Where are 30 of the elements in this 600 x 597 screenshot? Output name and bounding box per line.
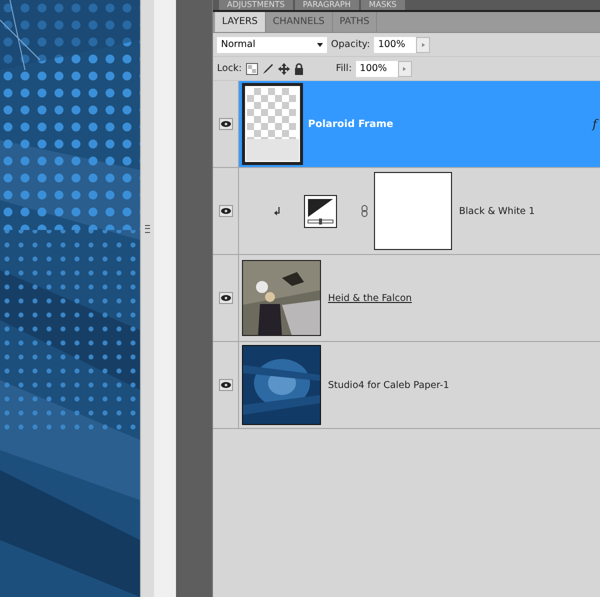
lock-icon[interactable] — [294, 62, 304, 74]
lock-transparency-icon[interactable] — [246, 62, 258, 74]
layer-name: Black & White 1 — [459, 206, 535, 216]
opacity-label: Opacity: — [331, 39, 370, 50]
visibility-eye-icon[interactable] — [218, 292, 232, 304]
layer-name: Polaroid Frame — [308, 118, 394, 130]
fill-field[interactable]: 100% — [356, 60, 398, 76]
visibility-eye-icon[interactable] — [218, 118, 232, 130]
brush-icon[interactable] — [262, 62, 274, 74]
layers-panel-tab[interactable]: LAYERS — [215, 12, 266, 32]
layer-row[interactable]: Black & White 1 — [213, 168, 600, 255]
lock-label: Lock: — [217, 63, 242, 74]
layer-name: Studio4 for Caleb Paper-1 — [328, 380, 450, 390]
layer-row[interactable]: Heid & the Falcon — [213, 255, 600, 342]
visibility-eye-icon[interactable] — [218, 205, 232, 217]
opacity-field[interactable]: 100% — [374, 36, 416, 52]
opacity-slider-button[interactable] — [416, 36, 430, 52]
move-icon[interactable] — [278, 62, 290, 74]
fill-label: Fill: — [336, 63, 352, 74]
blend-mode-dropdown[interactable]: Normal — [217, 36, 327, 52]
chain-link-icon — [361, 205, 368, 217]
scrollbar[interactable] — [140, 0, 154, 597]
visibility-eye-icon[interactable] — [218, 379, 232, 391]
layer-name: Heid & the Falcon — [328, 292, 412, 304]
layer-row[interactable]: Polaroid Frame f — [213, 81, 600, 168]
adjustment-layer-icon — [304, 194, 337, 228]
layer-row[interactable]: Studio4 for Caleb Paper-1 — [213, 342, 600, 429]
caret-icon — [317, 42, 323, 46]
fill-slider-button[interactable] — [398, 60, 412, 76]
effects-icon[interactable]: f — [592, 117, 599, 131]
